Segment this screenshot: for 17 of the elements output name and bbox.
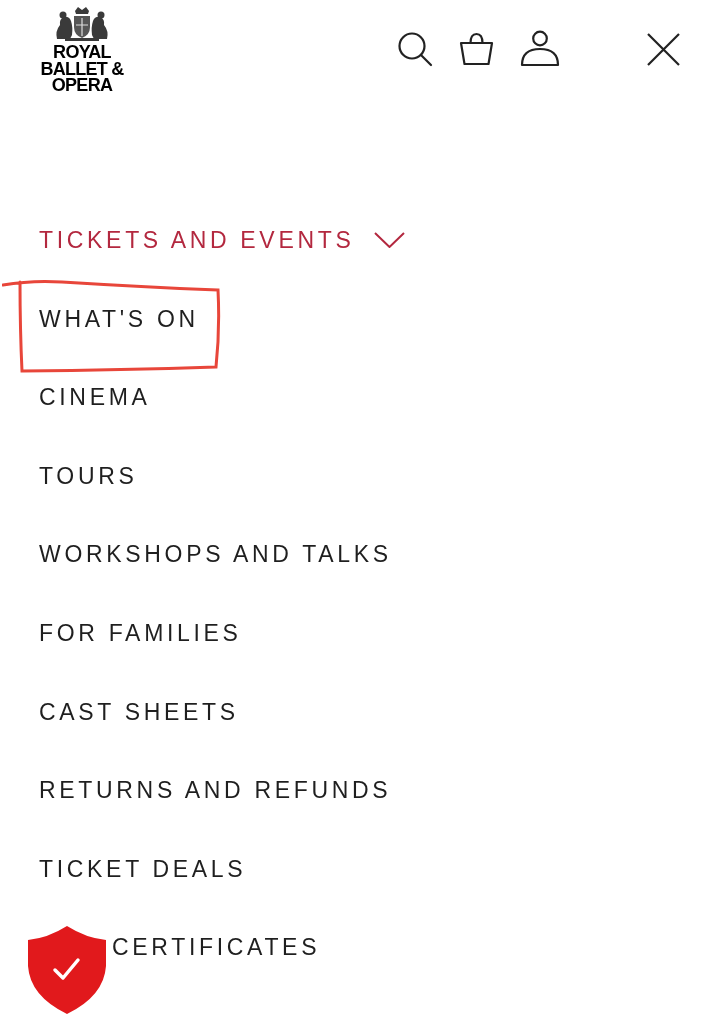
section-toggle[interactable]: TICKETS AND EVENTS	[39, 223, 406, 258]
shield-check-icon[interactable]	[28, 926, 106, 1015]
chevron-down-icon	[374, 232, 406, 249]
menu-link[interactable]: TICKET DEALS	[39, 851, 247, 887]
menu-link[interactable]: CERTIFICATES	[112, 930, 321, 965]
close-icon[interactable]	[646, 32, 681, 67]
menu-link[interactable]: TOURS	[39, 458, 138, 494]
menu-link[interactable]: FOR FAMILIES	[39, 616, 242, 651]
menu-link[interactable]: WORKSHOPS AND TALKS	[39, 537, 392, 572]
menu-link[interactable]: RETURNS AND REFUNDS	[39, 773, 392, 808]
menu-link[interactable]: WHAT'S ON	[39, 301, 199, 337]
search-icon[interactable]	[397, 30, 433, 67]
user-icon[interactable]	[520, 30, 560, 67]
menu-link[interactable]: CINEMA	[39, 380, 151, 415]
logo-text[interactable]: ROYAL BALLET & OPERA	[40, 44, 124, 94]
shopping-bag-icon[interactable]	[459, 31, 494, 66]
menu-link[interactable]: CAST SHEETS	[39, 694, 239, 730]
